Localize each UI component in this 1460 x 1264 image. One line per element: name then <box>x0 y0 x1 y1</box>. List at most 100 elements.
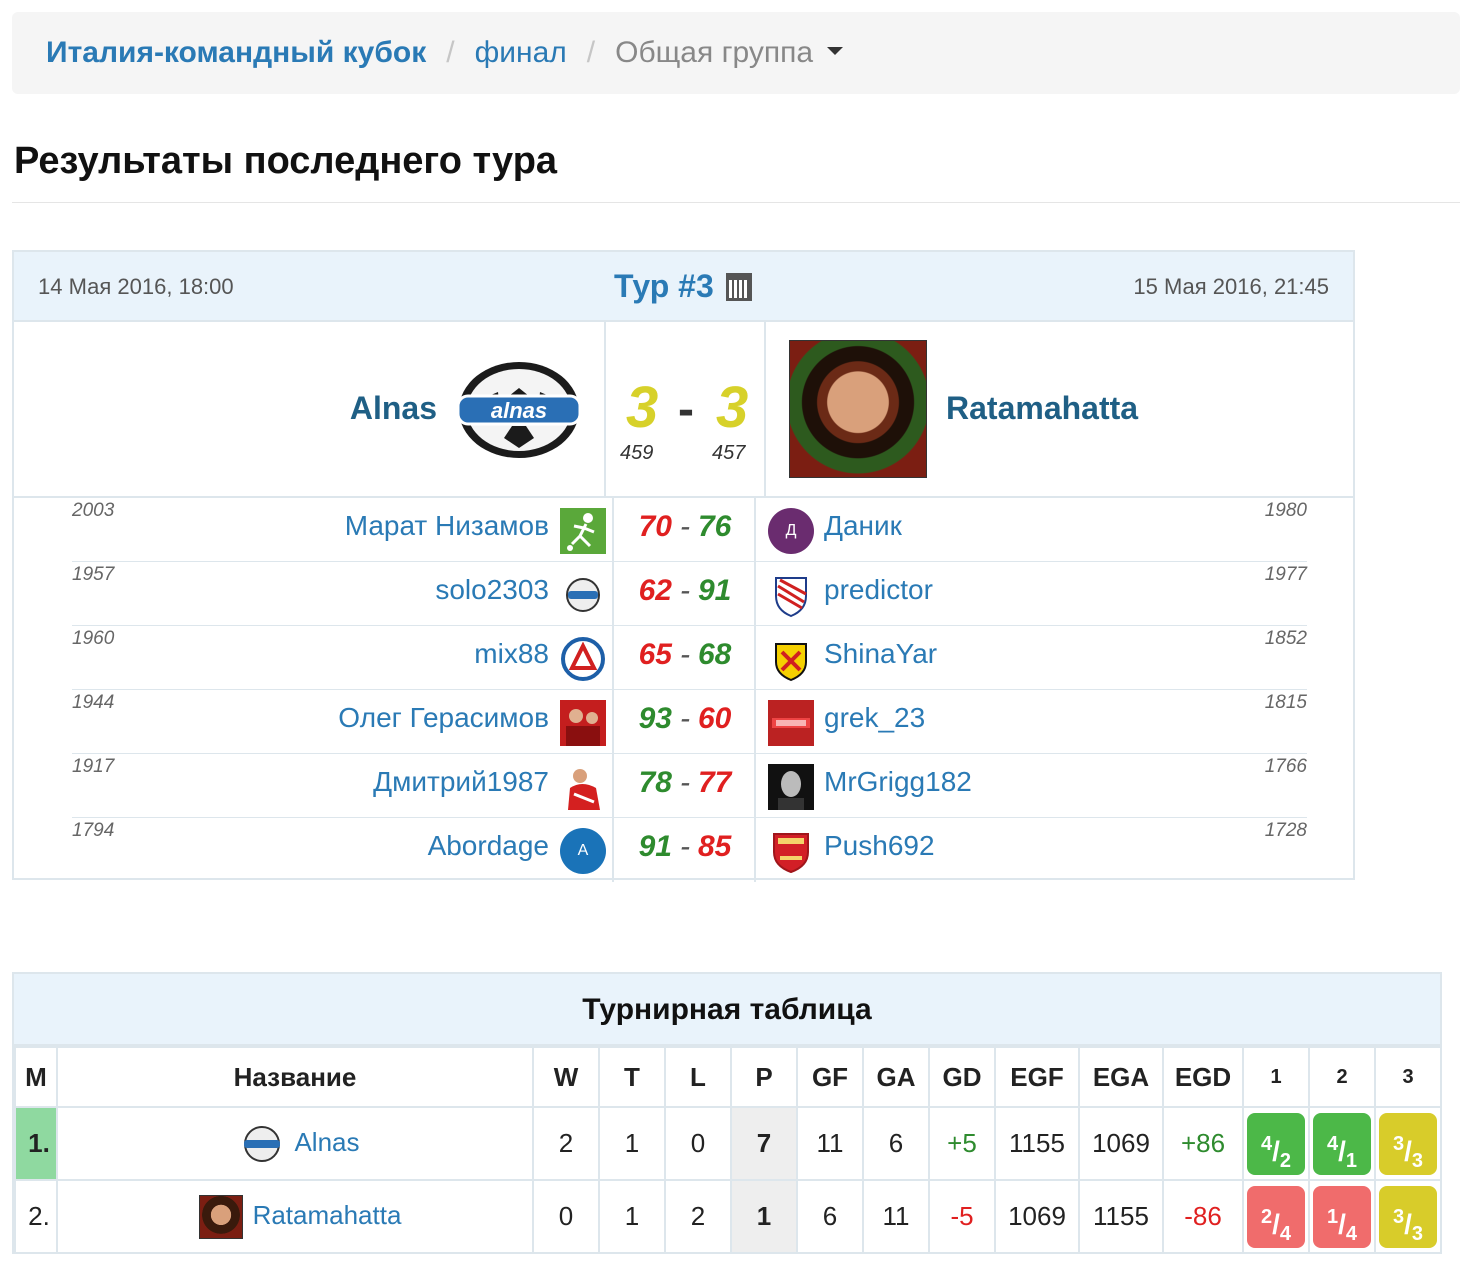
breadcrumb-stage-link[interactable]: финал <box>475 36 567 70</box>
round-result-badge[interactable]: 3/3 <box>1379 1112 1437 1175</box>
away-player-link[interactable]: grek_23 <box>824 702 925 734</box>
round-result-badge[interactable]: 1/4 <box>1313 1185 1371 1248</box>
photo-avatar-icon[interactable] <box>768 764 814 810</box>
away-player-rating: 1852 <box>1264 628 1307 649</box>
column-header-wins[interactable]: W <box>532 1046 600 1108</box>
points-cell: 1 <box>730 1179 798 1254</box>
team-link[interactable]: Alnas <box>56 1106 534 1181</box>
column-header-name[interactable]: Название <box>56 1046 534 1108</box>
home-team-score: 3 <box>626 375 659 440</box>
club-crest-icon[interactable] <box>768 828 814 874</box>
home-player-score: 78 <box>638 766 672 799</box>
away-player-rating: 1980 <box>1264 500 1307 521</box>
photo-avatar-icon[interactable] <box>768 700 814 746</box>
away-player-link[interactable]: Push692 <box>824 830 935 862</box>
column-header-round-1[interactable]: 1 <box>1242 1046 1310 1108</box>
egf-cell: 1155 <box>994 1106 1080 1181</box>
home-player-rating: 1960 <box>72 628 115 649</box>
photo-avatar-icon[interactable] <box>560 700 606 746</box>
player-pairs: 2003 Марат Низамов 70-76 Д Даник 1980 19… <box>14 498 1353 882</box>
column-header-round-2[interactable]: 2 <box>1308 1046 1376 1108</box>
teams-row: Alnas alnas 3 - 3 459 457 Ratamahatta <box>14 322 1353 498</box>
away-player-link[interactable]: ShinaYar <box>824 638 937 670</box>
ega-cell: 1069 <box>1078 1106 1164 1181</box>
round-result-badge[interactable]: 4/2 <box>1247 1112 1305 1175</box>
column-header-egd[interactable]: EGD <box>1162 1046 1244 1108</box>
home-player-score: 91 <box>638 830 672 863</box>
ga-cell: 11 <box>862 1179 930 1254</box>
column-header-gd[interactable]: GD <box>928 1046 996 1108</box>
club-crest-icon[interactable] <box>768 636 814 682</box>
player-pair-row: 1794 Abordage A 91-85 Push692 1728 <box>14 818 1353 882</box>
column-header-points[interactable]: P <box>730 1046 798 1108</box>
ties-cell: 1 <box>598 1179 666 1254</box>
breadcrumb-separator: / <box>586 36 596 69</box>
column-header-ga[interactable]: GA <box>862 1046 930 1108</box>
match-start-date: 14 Мая 2016, 18:00 <box>38 274 234 299</box>
home-player-link[interactable]: Марат Низамов <box>345 510 549 542</box>
letter-avatar-icon[interactable]: A <box>560 828 606 874</box>
match-panel: 14 Мая 2016, 18:00 Тур #3 15 Мая 2016, 2… <box>12 250 1355 882</box>
club-crest-icon[interactable] <box>560 636 606 682</box>
away-player-link[interactable]: Даник <box>824 510 902 542</box>
egd-cell: -86 <box>1162 1179 1244 1254</box>
home-player-link[interactable]: solo2303 <box>435 574 549 606</box>
round-result-badge[interactable]: 3/3 <box>1379 1185 1437 1248</box>
ratamahatta-small-logo-icon <box>198 1194 243 1239</box>
away-player-link[interactable]: MrGrigg182 <box>824 766 972 798</box>
home-player-link[interactable]: Олег Герасимов <box>338 702 549 734</box>
home-player-link[interactable]: Дмитрий1987 <box>373 766 549 798</box>
home-player-link[interactable]: mix88 <box>474 638 549 670</box>
column-header-ega[interactable]: EGA <box>1078 1046 1164 1108</box>
alnas-small-logo-icon <box>244 1125 281 1162</box>
letter-avatar-icon[interactable]: Д <box>768 508 814 554</box>
home-player-link[interactable]: Abordage <box>428 830 549 862</box>
divider <box>12 202 1460 203</box>
match-end-date: 15 Мая 2016, 21:45 <box>1133 274 1329 299</box>
column-header-round-3[interactable]: 3 <box>1374 1046 1442 1108</box>
column-header-gf[interactable]: GF <box>796 1046 864 1108</box>
breadcrumb-group-label: Общая группа <box>615 36 814 69</box>
position-cell: 1. <box>14 1106 58 1181</box>
shield-icon[interactable] <box>768 572 814 618</box>
breadcrumb-tournament-link[interactable]: Италия-командный кубок <box>46 36 426 70</box>
round-2-cell: 4/1 <box>1308 1106 1376 1181</box>
round-3-cell: 3/3 <box>1374 1106 1442 1181</box>
round-result-badge[interactable]: 4/1 <box>1313 1112 1371 1175</box>
breadcrumb-group-dropdown[interactable]: Общая группа <box>615 36 844 70</box>
column-header-losses[interactable]: L <box>664 1046 732 1108</box>
player-pair-row: 1944 Олег Герасимов 93-60 grek_23 1815 <box>14 690 1353 754</box>
away-player-score: 91 <box>698 574 732 607</box>
away-player-score: 60 <box>698 702 732 735</box>
gd-cell: -5 <box>928 1179 996 1254</box>
column-header-ties[interactable]: T <box>598 1046 666 1108</box>
team-name: Ratamahatta <box>252 1199 402 1230</box>
egf-cell: 1069 <box>994 1179 1080 1254</box>
wins-cell: 0 <box>532 1179 600 1254</box>
round-2-cell: 1/4 <box>1308 1179 1376 1254</box>
breadcrumb: Италия-командный кубок / финал / Общая г… <box>12 12 1460 94</box>
column-header-position[interactable]: М <box>14 1046 58 1108</box>
round-result-badge[interactable]: 2/4 <box>1247 1185 1305 1248</box>
alnas-small-logo-icon[interactable] <box>560 572 606 618</box>
away-player-rating: 1766 <box>1264 756 1307 777</box>
score-separator: - <box>680 766 690 799</box>
calendar-icon[interactable] <box>725 272 752 301</box>
home-player-rating: 1944 <box>72 692 115 713</box>
home-team-points: 459 <box>620 442 654 464</box>
away-player-link[interactable]: predictor <box>824 574 933 606</box>
column-header-egf[interactable]: EGF <box>994 1046 1080 1108</box>
alnas-logo-icon[interactable]: alnas <box>454 358 584 462</box>
breadcrumb-separator: / <box>446 36 455 69</box>
tour-link[interactable]: Тур #3 <box>614 268 752 305</box>
home-team-name[interactable]: Alnas <box>350 390 437 427</box>
away-team-points: 457 <box>712 442 746 464</box>
player-pair-row: 1957 solo2303 62-91 predictor 1977 <box>14 562 1353 626</box>
table-row: 1. Alnas 2 1 0 7 11 6 +5 1155 1069 +86 4… <box>14 1106 1442 1181</box>
soccer-player-avatar-icon[interactable] <box>560 508 606 554</box>
svg-text:alnas: alnas <box>491 398 547 423</box>
team-link[interactable]: Ratamahatta <box>56 1179 534 1254</box>
ratamahatta-logo-icon[interactable] <box>789 340 927 478</box>
photo-avatar-icon[interactable] <box>560 764 606 810</box>
away-team-name[interactable]: Ratamahatta <box>946 390 1138 427</box>
